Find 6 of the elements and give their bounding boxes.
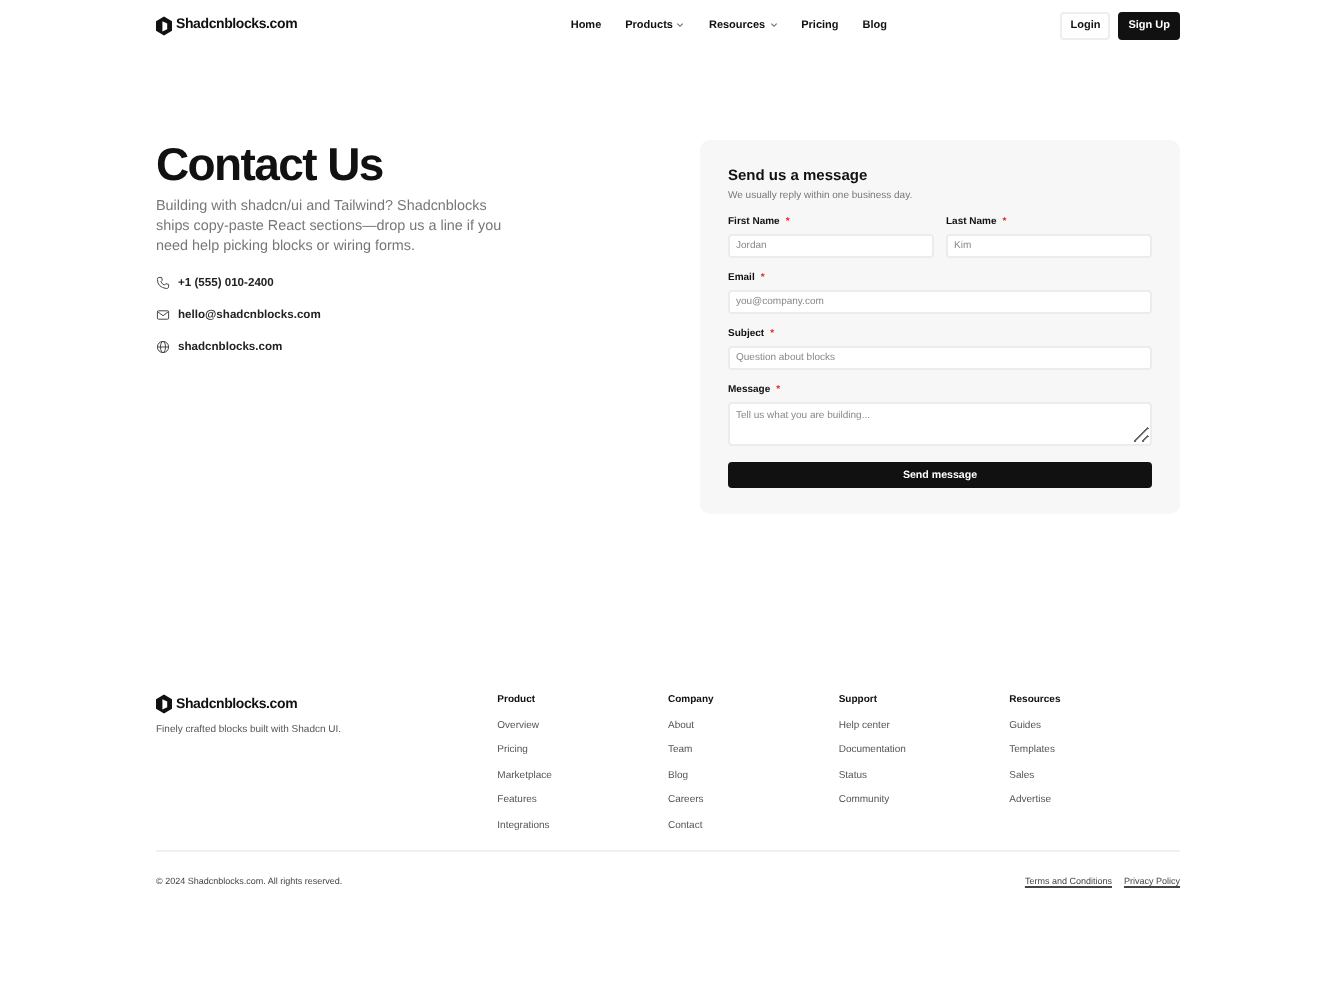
phone-icon: [156, 276, 170, 290]
logo-icon: [156, 694, 172, 714]
globe-icon: [156, 340, 170, 354]
logo-icon: [156, 15, 172, 35]
page-title: Contact Us: [156, 140, 385, 188]
mail-icon: [156, 308, 170, 322]
